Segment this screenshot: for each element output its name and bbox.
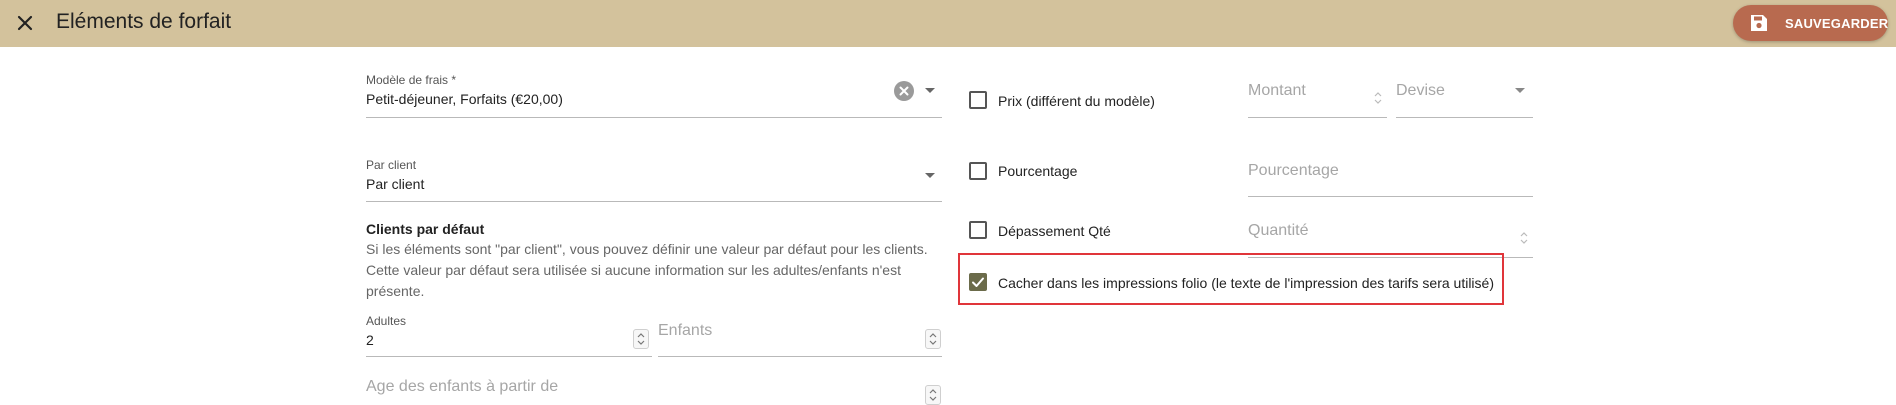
- floppy-disk-icon: [1749, 13, 1769, 33]
- stepper-arrows-icon[interactable]: [925, 385, 941, 405]
- model-fee-underline: [366, 117, 942, 118]
- adults-input[interactable]: 2: [366, 332, 374, 348]
- price-checkbox[interactable]: [969, 91, 987, 109]
- model-fee-select[interactable]: Petit-déjeuner, Forfaits (€20,00): [366, 91, 563, 107]
- overflow-qty-checkbox-label: Dépassement Qté: [998, 223, 1111, 239]
- check-icon: [972, 277, 984, 287]
- hide-folio-checkbox-label: Cacher dans les impressions folio (le te…: [998, 275, 1494, 291]
- top-bar: Eléments de forfait SAUVEGARDER: [0, 0, 1896, 47]
- stepper-arrows-icon[interactable]: [1371, 89, 1385, 107]
- child-age-input[interactable]: Age des enfants à partir de: [366, 378, 558, 396]
- stepper-arrows-icon[interactable]: [925, 329, 941, 349]
- percentage-checkbox-label: Pourcentage: [998, 163, 1078, 179]
- close-icon[interactable]: [12, 10, 38, 36]
- default-clients-title: Clients par défaut: [366, 221, 485, 237]
- quantity-input[interactable]: Quantité: [1248, 222, 1308, 240]
- children-underline: [658, 356, 942, 357]
- model-fee-label: Modèle de frais *: [366, 73, 457, 87]
- percentage-checkbox[interactable]: [969, 162, 987, 180]
- chevron-down-icon[interactable]: [925, 173, 935, 178]
- adults-underline: [366, 356, 652, 357]
- chevron-down-icon[interactable]: [925, 88, 935, 93]
- stepper-arrows-icon[interactable]: [1517, 229, 1531, 247]
- clear-circle-icon[interactable]: [894, 81, 914, 101]
- percentage-input[interactable]: Pourcentage: [1248, 162, 1339, 180]
- overflow-qty-checkbox[interactable]: [969, 221, 987, 239]
- adults-label: Adultes: [366, 314, 407, 328]
- amount-input[interactable]: Montant: [1248, 82, 1306, 100]
- per-client-underline: [366, 201, 942, 202]
- price-checkbox-label: Prix (différent du modèle): [998, 93, 1155, 109]
- percentage-underline: [1248, 196, 1533, 197]
- currency-underline: [1396, 117, 1533, 118]
- page-title: Eléments de forfait: [56, 10, 232, 33]
- stepper-arrows-icon[interactable]: [633, 329, 649, 349]
- hide-folio-checkbox[interactable]: [969, 273, 987, 291]
- children-input[interactable]: Enfants: [658, 322, 712, 340]
- amount-underline: [1248, 117, 1387, 118]
- per-client-label: Par client: [366, 158, 417, 172]
- per-client-select[interactable]: Par client: [366, 176, 424, 192]
- currency-select[interactable]: Devise: [1396, 82, 1445, 100]
- save-button[interactable]: SAUVEGARDER: [1733, 5, 1888, 41]
- save-button-label: SAUVEGARDER: [1785, 16, 1889, 31]
- chevron-down-icon[interactable]: [1515, 88, 1525, 93]
- default-clients-description: Si les éléments sont "par client", vous …: [366, 241, 928, 299]
